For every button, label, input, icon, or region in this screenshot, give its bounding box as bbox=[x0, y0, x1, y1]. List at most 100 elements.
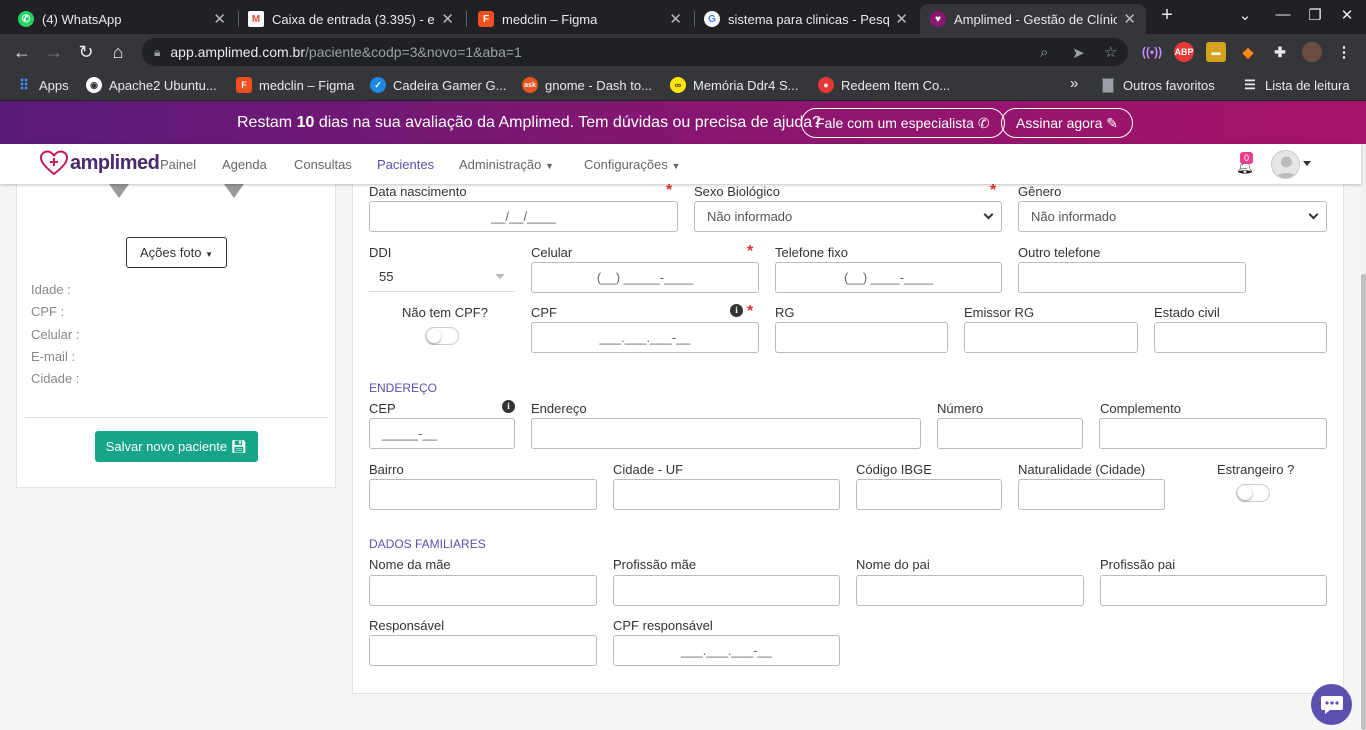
marital-status-input[interactable] bbox=[1154, 322, 1327, 353]
close-icon[interactable]: ✕ bbox=[669, 10, 682, 28]
save-patient-button[interactable]: Salvar novo paciente 💾︎ bbox=[95, 431, 258, 462]
cep-input[interactable]: _____-__ bbox=[369, 418, 515, 449]
bookmark-star-icon[interactable]: ☆ bbox=[1104, 43, 1117, 61]
gender-select[interactable]: Não informado bbox=[1018, 201, 1327, 232]
puzzle-extensions-icon[interactable]: ✚ bbox=[1270, 42, 1290, 62]
close-window-icon[interactable]: ✕ bbox=[1336, 6, 1358, 24]
ddi-select[interactable]: 55 bbox=[369, 261, 515, 292]
tab-title: Caixa de entrada (3.395) - ev bbox=[272, 11, 436, 27]
toggle-knob bbox=[427, 329, 441, 343]
other-favorites-folder[interactable]: ▇ Outros favoritos bbox=[1100, 77, 1215, 93]
label-emissor-rg: Emissor RG bbox=[964, 305, 1035, 320]
bookmark-figma[interactable]: F medclin – Figma bbox=[236, 77, 354, 93]
close-icon[interactable]: ✕ bbox=[213, 10, 226, 28]
chat-widget-button[interactable] bbox=[1311, 684, 1352, 725]
bookmark-gnome[interactable]: ask gnome - Dash to... bbox=[522, 77, 652, 93]
bookmark-label: Apache2 Ubuntu... bbox=[109, 77, 217, 93]
subscribe-button[interactable]: Assinar agora ✎ bbox=[1001, 108, 1134, 138]
bookmark-cadeira[interactable]: ✓ Cadeira Gamer G... bbox=[370, 77, 506, 93]
no-cpf-toggle[interactable] bbox=[425, 327, 459, 345]
apps-grid-icon: ⠿ bbox=[18, 76, 30, 93]
zoom-search-icon[interactable]: ⌕ bbox=[1040, 44, 1048, 61]
user-menu-caret-icon[interactable] bbox=[1303, 161, 1311, 166]
other-phone-input[interactable] bbox=[1018, 262, 1246, 293]
bookmark-apps[interactable]: ⠿ Apps bbox=[16, 77, 69, 93]
scrollbar-thumb[interactable] bbox=[1361, 274, 1366, 730]
nav-painel[interactable]: Painel bbox=[160, 157, 196, 172]
biological-sex-select[interactable]: Não informado bbox=[694, 201, 1002, 232]
nav-pacientes[interactable]: Pacientes bbox=[377, 157, 434, 172]
more-bookmarks-button[interactable]: » bbox=[1070, 75, 1078, 92]
metamask-extension-icon[interactable]: ◆ bbox=[1238, 42, 1258, 62]
amplimed-logo[interactable]: amplimed bbox=[40, 150, 160, 176]
forward-arrow-icon[interactable]: → bbox=[42, 40, 66, 64]
cpf-input[interactable]: ___.___.___-__ bbox=[531, 322, 759, 353]
neighborhood-input[interactable] bbox=[369, 479, 597, 510]
nav-consultas[interactable]: Consultas bbox=[294, 157, 352, 172]
father-name-input[interactable] bbox=[856, 575, 1084, 606]
bookmark-apache[interactable]: ◉ Apache2 Ubuntu... bbox=[86, 77, 217, 93]
label-profissao-mae: Profissão mãe bbox=[613, 557, 697, 572]
landline-input[interactable]: (__) ____-____ bbox=[775, 262, 1002, 293]
send-icon[interactable]: ➤ bbox=[1072, 44, 1085, 62]
label-sexo-biologico: Sexo Biológico bbox=[694, 184, 780, 199]
city-state-input[interactable] bbox=[613, 479, 840, 510]
nav-administracao[interactable]: Administração ▼ bbox=[459, 157, 554, 172]
url-field[interactable]: 🔒︎ app.amplimed.com.br/paciente&codp=3&n… bbox=[142, 38, 1128, 66]
nav-agenda[interactable]: Agenda bbox=[222, 157, 267, 172]
birthplace-input[interactable] bbox=[1018, 479, 1165, 510]
bookmark-redeem[interactable]: ● Redeem Item Co... bbox=[818, 77, 950, 93]
bookmark-memoria[interactable]: ∞ Memória Ddr4 S... bbox=[670, 77, 798, 93]
minimize-icon[interactable]: — bbox=[1272, 6, 1294, 23]
home-icon[interactable]: ⌂ bbox=[106, 40, 130, 64]
tab-whatsapp[interactable]: ✆ (4) WhatsApp ✕ bbox=[8, 4, 236, 34]
mother-name-input[interactable] bbox=[369, 575, 597, 606]
label-telefone-fixo: Telefone fixo bbox=[775, 245, 848, 260]
address-input[interactable] bbox=[531, 418, 921, 449]
broadcast-extension-icon[interactable]: ((•)) bbox=[1142, 42, 1162, 62]
user-avatar[interactable] bbox=[1271, 150, 1300, 179]
nav-configuracoes[interactable]: Configurações ▼ bbox=[584, 157, 680, 172]
guardian-input[interactable] bbox=[369, 635, 597, 666]
more-menu-icon[interactable]: ⋮ bbox=[1334, 42, 1354, 62]
page-scrollbar[interactable] bbox=[1361, 144, 1366, 730]
family-section-title: DADOS FAMILIARES bbox=[369, 537, 486, 551]
mother-profession-input[interactable] bbox=[613, 575, 840, 606]
required-asterisk-icon: * bbox=[666, 182, 673, 199]
tab-search-icon[interactable]: ⌄ bbox=[1234, 6, 1256, 24]
new-tab-button[interactable]: + bbox=[1156, 4, 1178, 27]
photo-actions-dropdown[interactable]: Ações foto ▼ bbox=[126, 237, 227, 268]
father-profession-input[interactable] bbox=[1100, 575, 1327, 606]
reading-list-button[interactable]: ☰ Lista de leitura bbox=[1242, 77, 1349, 93]
close-icon[interactable]: ✕ bbox=[895, 10, 908, 28]
complement-input[interactable] bbox=[1099, 418, 1327, 449]
wallet-extension-icon[interactable]: ▬ bbox=[1206, 42, 1226, 62]
tab-google[interactable]: G sistema para clinicas - Pesqu ✕ bbox=[694, 4, 918, 34]
label-complemento: Complemento bbox=[1100, 401, 1181, 416]
rg-input[interactable] bbox=[775, 322, 948, 353]
adblock-extension-icon[interactable]: ABP bbox=[1174, 42, 1194, 62]
close-icon[interactable]: ✕ bbox=[441, 10, 454, 28]
photo-frame-decoration bbox=[109, 184, 129, 198]
info-icon[interactable]: i bbox=[730, 304, 743, 317]
foreigner-toggle[interactable] bbox=[1236, 484, 1270, 502]
talk-specialist-button[interactable]: Fale com um especialista ✆ bbox=[801, 108, 1005, 138]
profile-avatar-icon[interactable] bbox=[1302, 42, 1322, 62]
guardian-cpf-input[interactable]: ___.___.___-__ bbox=[613, 635, 840, 666]
tab-gmail[interactable]: M Caixa de entrada (3.395) - ev ✕ bbox=[238, 4, 464, 34]
reload-icon[interactable]: ↻ bbox=[74, 40, 98, 64]
tab-figma[interactable]: F medclin – Figma ✕ bbox=[468, 4, 692, 34]
info-icon[interactable]: i bbox=[502, 400, 515, 413]
maximize-icon[interactable]: ❐ bbox=[1304, 6, 1326, 24]
rg-issuer-input[interactable] bbox=[964, 322, 1138, 353]
ibge-code-input[interactable] bbox=[856, 479, 1002, 510]
tab-amplimed[interactable]: ♥ Amplimed - Gestão de Clínic ✕ bbox=[920, 4, 1146, 34]
birthdate-input[interactable]: __/__/____ bbox=[369, 201, 678, 232]
mobile-phone-input[interactable]: (__) _____-____ bbox=[531, 262, 759, 293]
chevron-down-icon bbox=[1308, 209, 1319, 220]
user-silhouette-icon bbox=[1275, 156, 1298, 178]
close-icon[interactable]: ✕ bbox=[1123, 10, 1136, 28]
back-arrow-icon[interactable]: ← bbox=[10, 40, 34, 64]
label-naturalidade: Naturalidade (Cidade) bbox=[1018, 462, 1146, 477]
number-input[interactable] bbox=[937, 418, 1083, 449]
